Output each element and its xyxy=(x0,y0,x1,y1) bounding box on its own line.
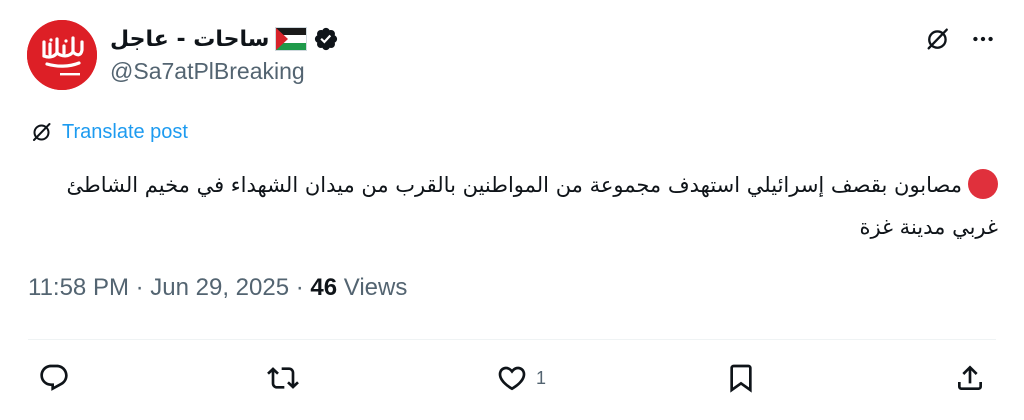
views-label: Views xyxy=(337,274,408,301)
post-date[interactable]: Jun 29, 2025 xyxy=(150,274,289,302)
action-bar: 1 xyxy=(0,356,1024,404)
red-circle-icon xyxy=(968,169,998,199)
share-icon xyxy=(958,365,982,390)
author-display-name[interactable]: ساحات - عاجل xyxy=(110,27,269,52)
post-time[interactable]: 11:58 PM xyxy=(28,274,129,302)
grok-translate-icon xyxy=(33,123,51,141)
heart-icon xyxy=(498,366,526,391)
repost-icon xyxy=(267,367,299,389)
author-name-row[interactable]: ساحات - عاجل xyxy=(110,24,339,54)
views-count[interactable]: 46 xyxy=(310,274,337,302)
post-meta: 11:58 PM · Jun 29, 2025 · 46 Views xyxy=(28,274,407,302)
share-button[interactable] xyxy=(954,362,986,394)
verified-badge-icon[interactable] xyxy=(313,26,339,52)
avatar[interactable] xyxy=(27,20,97,90)
like-count: 1 xyxy=(536,367,547,388)
grok-icon[interactable] xyxy=(924,25,952,53)
translate-post-label[interactable]: Translate post xyxy=(62,121,188,144)
author-handle[interactable]: @Sa7atPlBreaking xyxy=(110,58,305,85)
bookmark-icon xyxy=(730,364,752,393)
tweet: ساحات - عاجل @Sa7atPlBreaking Translate … xyxy=(0,0,1024,420)
meta-separator: · xyxy=(128,274,151,301)
more-options-icon[interactable] xyxy=(970,26,996,52)
reply-icon xyxy=(40,364,68,391)
avatar-logo-icon xyxy=(27,20,97,90)
translate-post-button[interactable]: Translate post xyxy=(30,120,188,144)
post-body: مصابون بقصف إسرائيلي استهدف مجموعة من ال… xyxy=(28,164,998,248)
bookmark-button[interactable] xyxy=(725,362,765,394)
post-text: مصابون بقصف إسرائيلي استهدف مجموعة من ال… xyxy=(66,173,998,239)
like-button[interactable]: 1 xyxy=(496,362,546,394)
meta-separator-2: · xyxy=(289,274,311,301)
reply-button[interactable] xyxy=(38,362,78,394)
divider xyxy=(28,339,996,340)
palestine-flag-icon xyxy=(275,27,308,51)
repost-button[interactable] xyxy=(267,362,307,394)
